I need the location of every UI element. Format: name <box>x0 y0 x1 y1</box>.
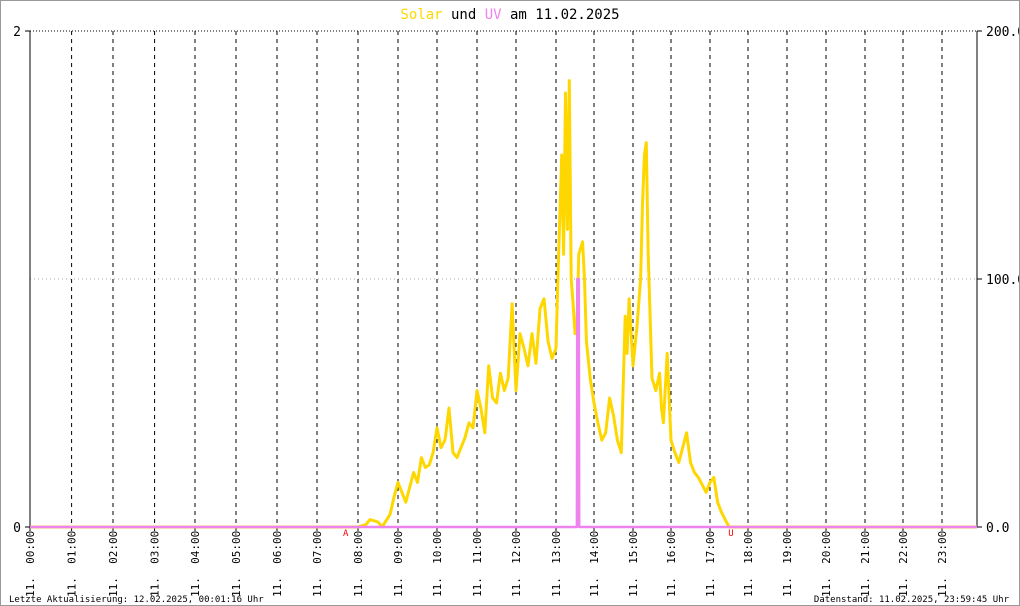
x-tick-label: 11. 10:00 <box>431 531 444 597</box>
marker-u: U <box>728 529 733 539</box>
chart-title: Solar und UV am 11.02.2025 <box>400 7 619 23</box>
series <box>30 79 977 529</box>
x-tick-label: 11. 19:00 <box>781 531 794 597</box>
x-tick-label: 11. 12:00 <box>510 531 523 597</box>
x-tick-label: 11. 20:00 <box>820 531 833 597</box>
x-tick-label: 11. 04:00 <box>189 531 202 597</box>
x-tick-label: 11. 05:00 <box>230 531 243 597</box>
x-tick-label: 11. 16:00 <box>665 531 678 597</box>
data-timestamp-text: Datenstand: 11.02.2025, 23:59:45 Uhr <box>814 595 1010 605</box>
series-solar <box>30 79 977 529</box>
grid <box>30 30 977 527</box>
y-left-tick-label: 0 <box>13 521 21 536</box>
title-date: am 11.02.2025 <box>502 7 620 23</box>
title-und: und <box>443 7 485 23</box>
axes <box>25 30 982 531</box>
x-tick-label: 11. 09:00 <box>392 531 405 597</box>
x-tick-label: 11. 23:00 <box>936 531 949 597</box>
x-tick-label: 11. 21:00 <box>859 531 872 597</box>
y-right-tick-label: 100.0 <box>986 273 1019 288</box>
x-tick-label: 11. 18:00 <box>742 531 755 597</box>
solar-uv-chart: Solar und UV am 11.02.2025 11. 00:00 11. … <box>9 7 1019 605</box>
x-tick-label: 11. 00:00 <box>24 531 37 597</box>
x-tick-label: 11. 14:00 <box>588 531 601 597</box>
x-tick-label: 11. 01:00 <box>66 531 79 597</box>
x-tick-label: 11. 08:00 <box>352 531 365 597</box>
x-tick-label: 11. 11:00 <box>471 531 484 597</box>
y-left-tick-label: 2 <box>13 25 21 40</box>
x-tick-label: 11. 06:00 <box>271 531 284 597</box>
x-tick-label: 11. 15:00 <box>627 531 640 597</box>
y-right-tick-label: 200.0 <box>986 25 1019 40</box>
title-solar: Solar <box>400 7 442 23</box>
x-tick-label: 11. 13:00 <box>550 531 563 597</box>
x-tick-label: 11. 02:00 <box>107 531 120 597</box>
marker-a: A <box>343 529 349 539</box>
x-tick-label: 11. 07:00 <box>311 531 324 597</box>
series-uv <box>30 277 977 529</box>
x-tick-label: 11. 17:00 <box>704 531 717 597</box>
title-uv: UV <box>485 7 502 23</box>
x-tick-label: 11. 22:00 <box>897 531 910 597</box>
chart-window: Solar und UV am 11.02.2025 11. 00:00 11. … <box>0 0 1020 606</box>
y-right-tick-label: 0.0 <box>986 521 1009 536</box>
last-update-text: Letzte Aktualisierung: 12.02.2025, 00:01… <box>9 595 264 605</box>
x-tick-label: 11. 03:00 <box>149 531 162 597</box>
